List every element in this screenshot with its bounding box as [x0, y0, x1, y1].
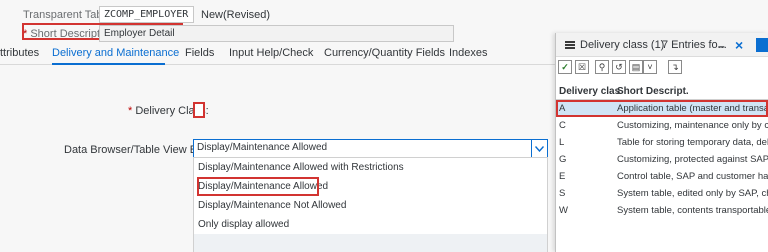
row-desc: System table, contents transportable by [617, 205, 768, 216]
selected-row-highlight [556, 100, 768, 117]
chevron-down-icon[interactable] [531, 140, 547, 157]
check-icon[interactable]: ✓ [558, 60, 572, 74]
browser-editing-select[interactable]: Display/Maintenance Allowed [193, 139, 548, 158]
browser-editing-value: Display/Maintenance Allowed [197, 142, 328, 153]
cancel-icon[interactable]: ☒ [575, 60, 589, 74]
row-key: S [559, 188, 566, 199]
dropdown-option[interactable]: Display/Maintenance Allowed with Restric… [194, 158, 547, 178]
row-key: C [559, 120, 566, 131]
column-delivery-class[interactable]: Delivery clas [559, 86, 620, 97]
search-next-icon[interactable]: ↺ [612, 60, 626, 74]
row-desc: Customizing, maintenance only by cust [617, 120, 768, 131]
row-key: E [559, 171, 566, 182]
active-tab-indicator [52, 63, 165, 65]
tab-indexes[interactable]: Indexes [449, 47, 488, 59]
column-short-description[interactable]: Short Descript. [617, 86, 689, 97]
table-row[interactable]: C Customizing, maintenance only by cust [556, 117, 768, 134]
dropdown-option[interactable]: Display/Maintenance Not Allowed [194, 196, 547, 216]
table-status: New(Revised) [201, 9, 271, 21]
dropdown-option[interactable]: Only display allowed [194, 215, 547, 235]
row-desc: Control table, SAP and customer have [617, 171, 768, 182]
row-desc: Customizing, protected against SAP up [617, 154, 768, 165]
tab-delivery-maintenance[interactable]: Delivery and Maintenance [52, 47, 179, 59]
pin-icon[interactable]: ↴ [668, 60, 682, 74]
tab-input-help-check[interactable]: Input Help/Check [229, 47, 313, 59]
table-row[interactable]: L Table for storing temporary data, deli… [556, 134, 768, 151]
row-desc: Table for storing temporary data, delive [617, 137, 768, 148]
close-icon[interactable]: × [735, 37, 743, 53]
table-row[interactable]: W System table, contents transportable b… [556, 202, 768, 219]
tab-currency-quantity-fields[interactable]: Currency/Quantity Fields [324, 47, 445, 59]
delivery-class-input[interactable] [193, 102, 205, 118]
menu-icon[interactable] [565, 41, 575, 49]
minimize-icon[interactable]: – [718, 39, 725, 53]
print-icon[interactable]: ▤ [629, 60, 643, 74]
tab-attributes[interactable]: ttributes [0, 47, 39, 59]
row-key: L [559, 137, 565, 148]
table-name-field[interactable]: ZCOMP_EMPLOYER [99, 6, 194, 23]
table-row[interactable]: S System table, edited only by SAP, char [556, 185, 768, 202]
dropdown-arrow-icon[interactable]: ˅ [643, 60, 657, 74]
tab-fields[interactable]: Fields [185, 47, 214, 59]
row-key: G [559, 154, 567, 165]
table-row[interactable]: E Control table, SAP and customer have [556, 168, 768, 185]
search-icon[interactable]: ⚲ [595, 60, 609, 74]
short-desc-field[interactable]: Employer Detail [99, 25, 454, 42]
dropdown-footer [194, 234, 547, 252]
popup-title: Delivery class (1) [580, 39, 665, 51]
selected-option-highlight [197, 177, 319, 196]
row-desc: System table, edited only by SAP, char [617, 188, 768, 199]
dropdown-list: Display/Maintenance Allowed with Restric… [193, 157, 548, 252]
row-key: W [559, 205, 568, 216]
scroll-marker [756, 38, 768, 52]
table-row[interactable]: G Customizing, protected against SAP up [556, 151, 768, 168]
